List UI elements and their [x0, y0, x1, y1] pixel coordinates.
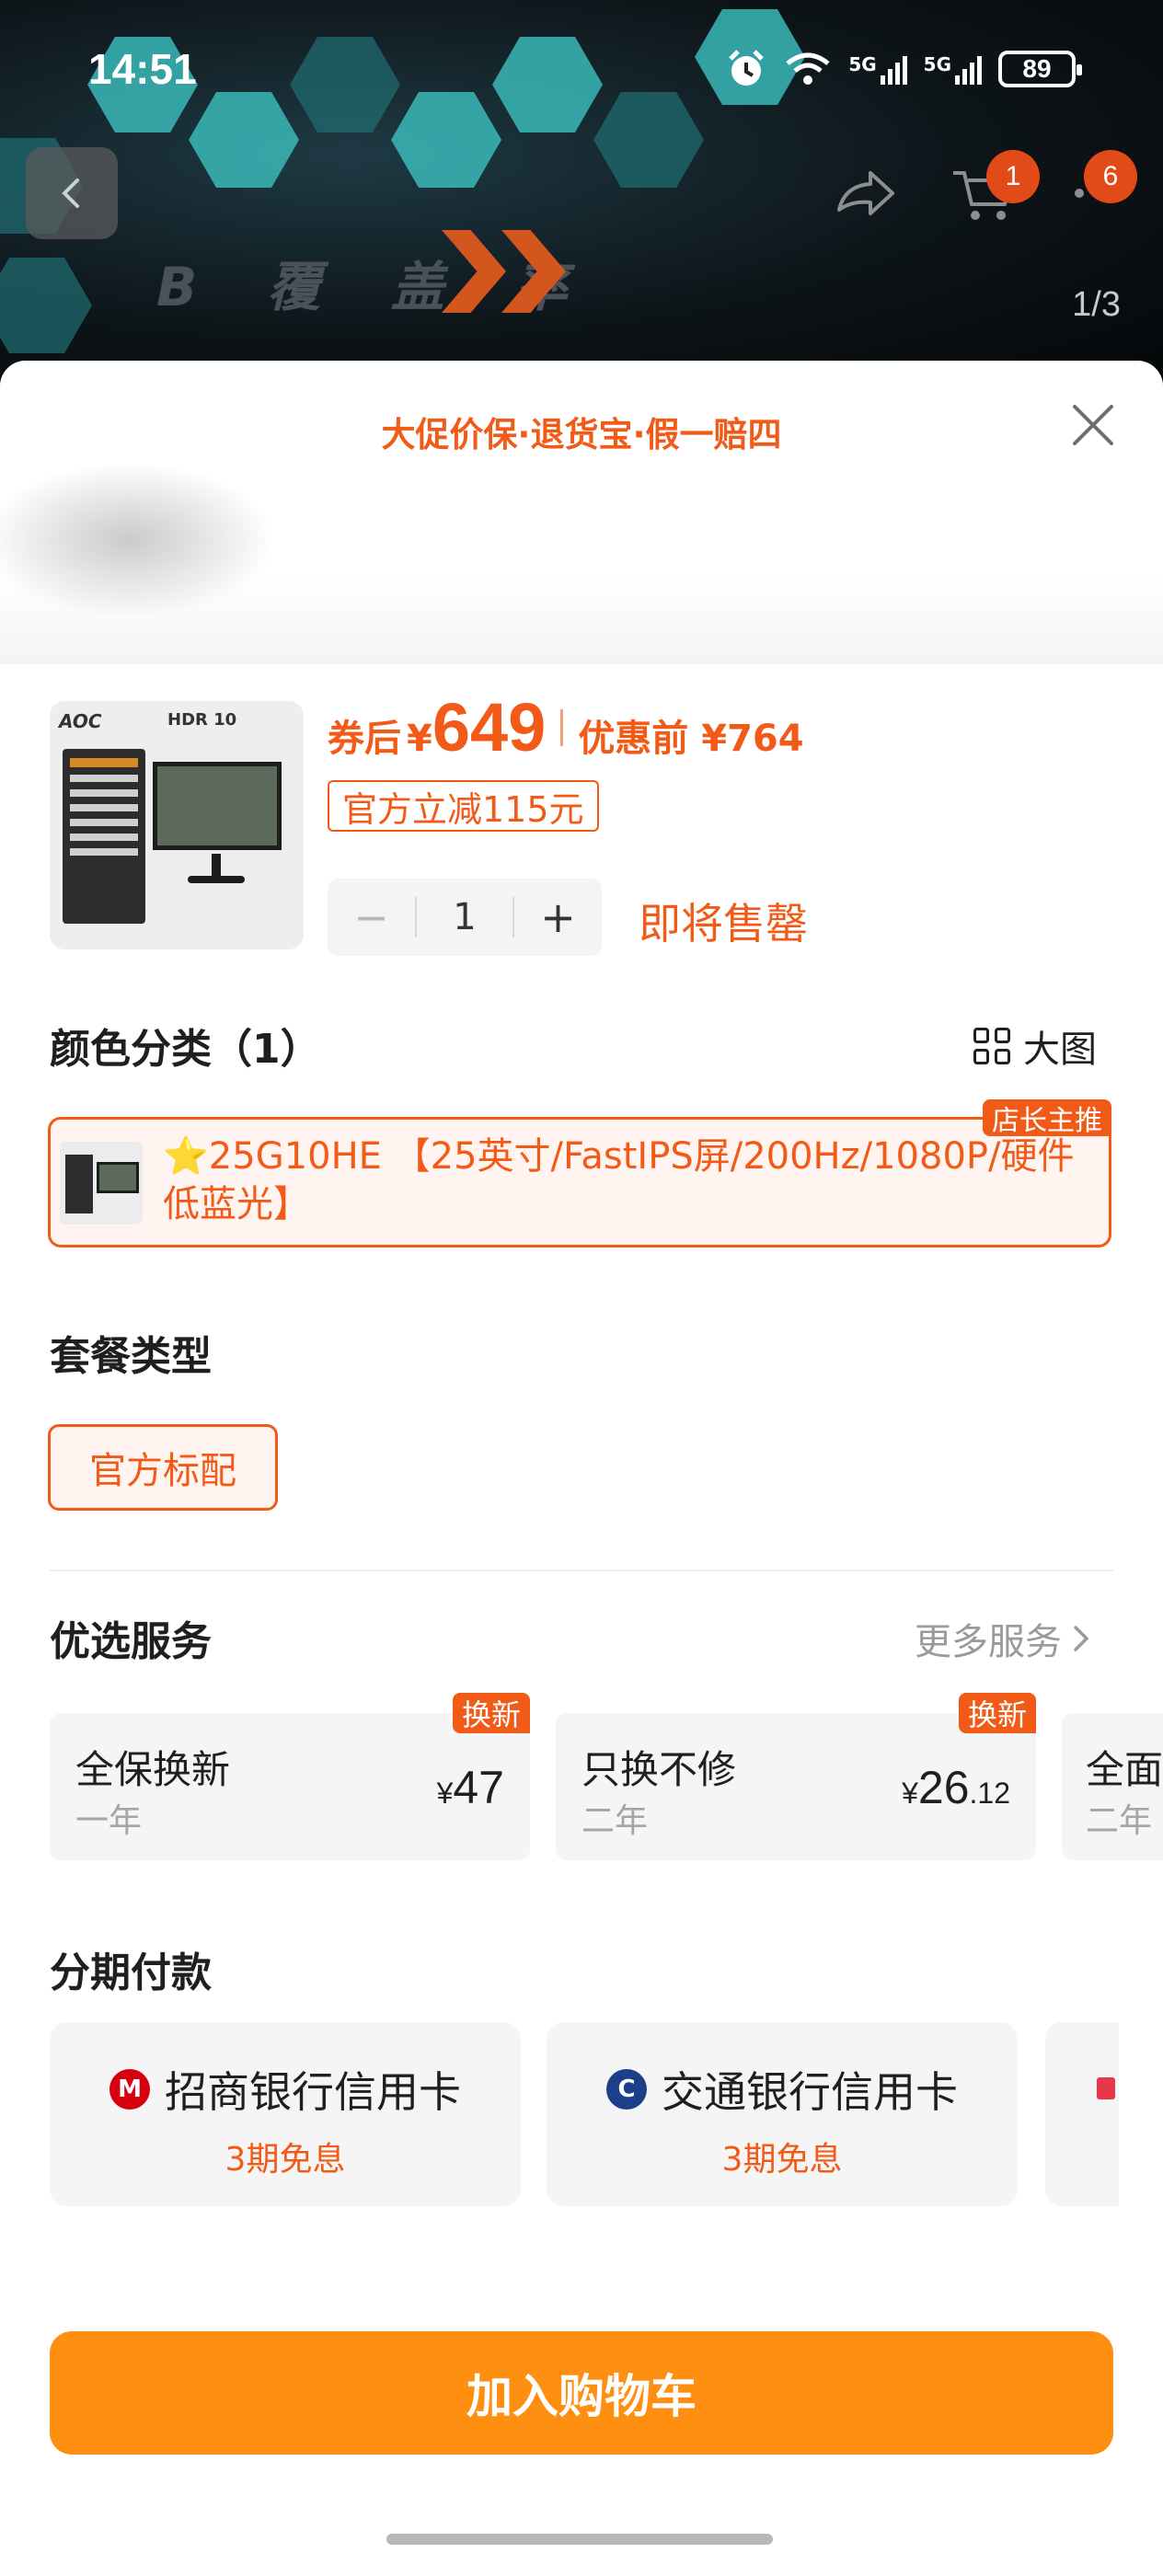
- service-tag: 换新: [958, 1693, 1036, 1733]
- sheet-header: 大促价保·退货宝·假一赔四: [0, 361, 1163, 664]
- hex-pattern: [0, 258, 92, 353]
- signal-bars-icon: [880, 53, 907, 85]
- cart-count-badge: 1: [986, 150, 1040, 203]
- service-term: 二年: [1086, 1802, 1153, 1840]
- variant-thumbnail: [60, 1142, 143, 1225]
- service-option[interactable]: 全保换新 一年 ¥ 47 换新: [50, 1693, 530, 1860]
- alarm-icon: [729, 50, 765, 86]
- stock-note: 即将售罄: [639, 899, 808, 949]
- installment-option-bocom[interactable]: C 交通银行信用卡 3期免息: [547, 2022, 1018, 2206]
- share-icon: [837, 171, 894, 215]
- thumb-brand: AOC: [59, 710, 102, 732]
- wifi-icon: [786, 52, 830, 85]
- price-separator: [560, 708, 564, 746]
- currency-symbol: ¥: [407, 718, 432, 760]
- image-counter: 1/3: [1072, 285, 1121, 324]
- product-box-image: [63, 749, 145, 924]
- price-before-discount: 优惠前 ¥764: [578, 718, 804, 760]
- signal-2: 5G: [924, 53, 982, 85]
- installment-option-more[interactable]: [1045, 2022, 1119, 2206]
- service-tag: 换新: [452, 1693, 530, 1733]
- service-price: ¥ 26 .12: [902, 1761, 1010, 1814]
- big-image-toggle[interactable]: 大图: [973, 1019, 1097, 1073]
- package-section-title: 套餐类型: [50, 1333, 212, 1380]
- more-dot-icon: [1075, 189, 1084, 198]
- product-thumbnail[interactable]: AOC HDR 10: [50, 701, 304, 949]
- discount-tag: 官方立减115元: [328, 780, 599, 832]
- price-integer: 47: [453, 1762, 504, 1813]
- cmb-logo-icon: M: [109, 2069, 150, 2110]
- bocom-logo-icon: C: [606, 2069, 647, 2110]
- installment-plan: 3期免息: [721, 2141, 843, 2179]
- recommend-badge: 店长主推: [983, 1099, 1111, 1137]
- decrease-button[interactable]: −: [328, 879, 415, 956]
- monitor-foot: [188, 876, 245, 883]
- services-section-title: 优选服务: [50, 1618, 212, 1665]
- monitor-stand: [212, 854, 221, 876]
- signal-1: 5G: [848, 53, 907, 85]
- price-row: 券后 ¥ 649 优惠前 ¥764: [328, 688, 804, 766]
- price-integer: 26: [917, 1762, 970, 1813]
- monitor-image: [153, 762, 282, 850]
- package-option-selected[interactable]: 官方标配: [48, 1424, 278, 1511]
- bank-logo-icon: [1097, 2077, 1115, 2099]
- home-indicator[interactable]: [386, 2534, 773, 2545]
- status-icons: 5G 5G 89: [725, 48, 1082, 90]
- service-name: 只换不修: [582, 1747, 737, 1792]
- battery-indicator: 89: [998, 51, 1082, 87]
- price-after-coupon: 649: [432, 689, 547, 765]
- thumb-hdr: HDR 10: [167, 710, 237, 730]
- service-name: 全保换新: [75, 1747, 231, 1792]
- price-decimal: .12: [969, 1777, 1010, 1810]
- service-promise: 大促价保·退货宝·假一赔四: [381, 415, 782, 454]
- close-icon: [1073, 405, 1113, 445]
- bank-name: 交通银行信用卡: [662, 2067, 958, 2117]
- big-image-label: 大图: [1023, 1029, 1097, 1071]
- bank-name: 招商银行信用卡: [165, 2067, 461, 2117]
- service-option[interactable]: 全面 二年: [1062, 1713, 1163, 1860]
- currency-symbol: ¥: [436, 1777, 454, 1810]
- currency-symbol: ¥: [902, 1777, 918, 1810]
- back-button[interactable]: [26, 147, 118, 239]
- grid-icon: [973, 1028, 1010, 1064]
- quantity-value[interactable]: 1: [415, 896, 514, 938]
- installment-plan: 3期免息: [225, 2141, 346, 2179]
- service-term: 一年: [75, 1802, 143, 1840]
- installment-option-cmb[interactable]: M 招商银行信用卡 3期免息: [50, 2022, 521, 2206]
- clock: 14:51: [88, 45, 197, 93]
- color-section-title: 颜色分类（1）: [50, 1026, 321, 1073]
- quantity-stepper: − 1 +: [328, 879, 602, 956]
- network-type: 5G: [848, 53, 877, 75]
- price-prefix: 券后: [328, 718, 401, 760]
- installment-section-title: 分期付款: [50, 1949, 212, 1996]
- network-type: 5G: [923, 53, 951, 75]
- message-count-badge[interactable]: 6: [1084, 150, 1137, 203]
- section-divider: [50, 1570, 1113, 1571]
- bank-name-row: M 招商银行信用卡: [50, 2059, 521, 2120]
- more-services-link[interactable]: 更多服务: [915, 1612, 1095, 1665]
- add-to-cart-button[interactable]: 加入购物车: [50, 2331, 1113, 2455]
- blur-artifact: [0, 462, 276, 618]
- bank-name-row: C 交通银行信用卡: [547, 2059, 1018, 2120]
- status-bar: 14:51 5G 5G 89: [0, 0, 1163, 147]
- more-services-label: 更多服务: [915, 1621, 1062, 1663]
- share-button[interactable]: [828, 156, 902, 230]
- service-term: 二年: [582, 1802, 649, 1840]
- increase-button[interactable]: +: [514, 879, 602, 956]
- signal-bars-icon: [955, 53, 982, 85]
- chevron-left-icon: [62, 178, 79, 208]
- close-button[interactable]: [1065, 397, 1121, 453]
- chevron-right-icon: [1074, 1626, 1089, 1651]
- service-name: 全面: [1086, 1747, 1163, 1792]
- color-option-selected[interactable]: ⭐25G10HE 【25英寸/FastIPS屏/200Hz/1080P/硬件低蓝…: [48, 1099, 1111, 1248]
- service-price: ¥ 47: [437, 1761, 504, 1814]
- variant-label: ⭐25G10HE 【25英寸/FastIPS屏/200Hz/1080P/硬件低蓝…: [163, 1135, 1075, 1225]
- service-option[interactable]: 只换不修 二年 ¥ 26 .12 换新: [556, 1693, 1036, 1860]
